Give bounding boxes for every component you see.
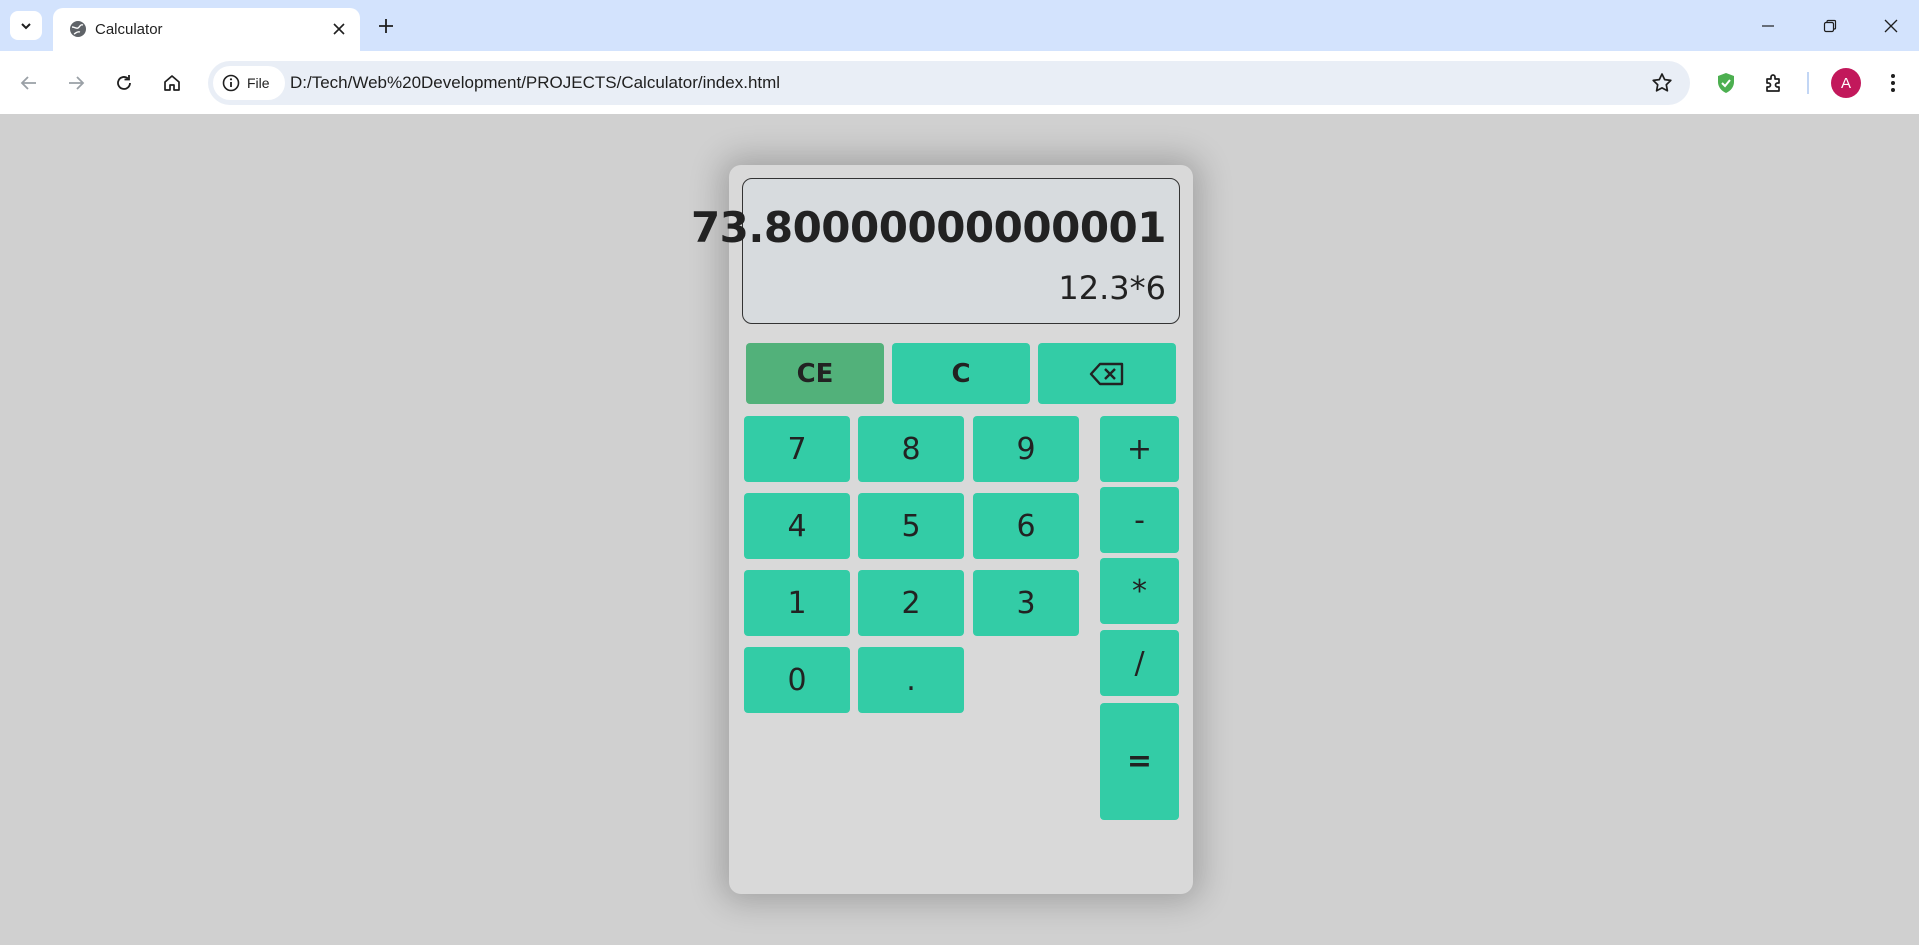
close-icon <box>1884 19 1898 33</box>
url-text[interactable]: D:/Tech/Web%20Development/PROJECTS/Calcu… <box>290 73 780 93</box>
extensions-icon <box>1766 74 1780 92</box>
key-0[interactable]: 0 <box>744 647 850 713</box>
site-info-label: File <box>247 75 270 91</box>
tab-search-button[interactable] <box>10 11 42 40</box>
tab-title: Calculator <box>95 21 163 38</box>
tab-strip: Calculator <box>0 0 1919 51</box>
key-4[interactable]: 4 <box>744 493 850 559</box>
close-icon <box>333 23 345 35</box>
key-1[interactable]: 1 <box>744 570 850 636</box>
multiply-button[interactable]: * <box>1100 558 1179 624</box>
window-close-button[interactable] <box>1869 8 1913 44</box>
calculator-display: 73.80000000000001 12.3*6 <box>691 178 1180 324</box>
key-decimal[interactable]: . <box>858 647 964 713</box>
tab-search-icon <box>21 22 31 29</box>
browser-toolbar: File D:/Tech/Web%20Development/PROJECTS/… <box>0 51 1919 114</box>
key-2[interactable]: 2 <box>858 570 964 636</box>
home-icon <box>164 75 180 91</box>
extensions-button[interactable] <box>1757 66 1791 100</box>
minimize-button[interactable] <box>1746 8 1790 44</box>
calculator: 73.80000000000001 12.3*6 CE C 7 8 9 4 5 … <box>691 165 1193 894</box>
forward-icon <box>69 76 85 90</box>
clear-button[interactable]: C <box>892 343 1030 404</box>
reload-icon <box>117 75 131 90</box>
restore-icon <box>1823 19 1837 33</box>
site-info-chip[interactable]: File <box>213 66 285 100</box>
more-icon <box>1891 74 1895 92</box>
key-5[interactable]: 5 <box>858 493 964 559</box>
globe-icon <box>70 21 86 37</box>
profile-avatar[interactable]: A <box>1831 68 1861 98</box>
minimize-icon <box>1762 25 1774 27</box>
tab-close-button[interactable] <box>328 18 350 40</box>
plus-icon <box>379 19 393 33</box>
result-text: 73.80000000000001 <box>690 203 1167 252</box>
reload-button[interactable] <box>107 66 141 100</box>
active-tab[interactable]: Calculator <box>53 8 360 51</box>
info-icon <box>222 74 240 92</box>
expression-text: 12.3*6 <box>1058 269 1166 307</box>
security-extension-button[interactable] <box>1709 66 1743 100</box>
new-tab-button[interactable] <box>372 12 400 40</box>
menu-button[interactable] <box>1876 66 1910 100</box>
plus-button[interactable]: + <box>1100 416 1179 482</box>
home-button[interactable] <box>155 66 189 100</box>
key-7[interactable]: 7 <box>744 416 850 482</box>
toolbar-divider <box>1807 72 1809 94</box>
key-6[interactable]: 6 <box>973 493 1079 559</box>
clear-entry-button[interactable]: CE <box>746 343 884 404</box>
forward-button[interactable] <box>59 66 93 100</box>
equals-button[interactable]: = <box>1100 703 1179 820</box>
shield-check-icon <box>1718 73 1734 93</box>
key-8[interactable]: 8 <box>858 416 964 482</box>
back-icon <box>20 76 36 90</box>
key-9[interactable]: 9 <box>973 416 1079 482</box>
minus-button[interactable]: - <box>1100 487 1179 553</box>
back-button[interactable] <box>12 66 46 100</box>
divide-button[interactable]: / <box>1100 630 1179 696</box>
address-bar[interactable]: File D:/Tech/Web%20Development/PROJECTS/… <box>208 61 1690 105</box>
restore-button[interactable] <box>1808 8 1852 44</box>
key-3[interactable]: 3 <box>973 570 1079 636</box>
star-icon[interactable] <box>1650 71 1674 95</box>
backspace-icon <box>1089 362 1124 385</box>
backspace-button[interactable] <box>1038 343 1176 404</box>
